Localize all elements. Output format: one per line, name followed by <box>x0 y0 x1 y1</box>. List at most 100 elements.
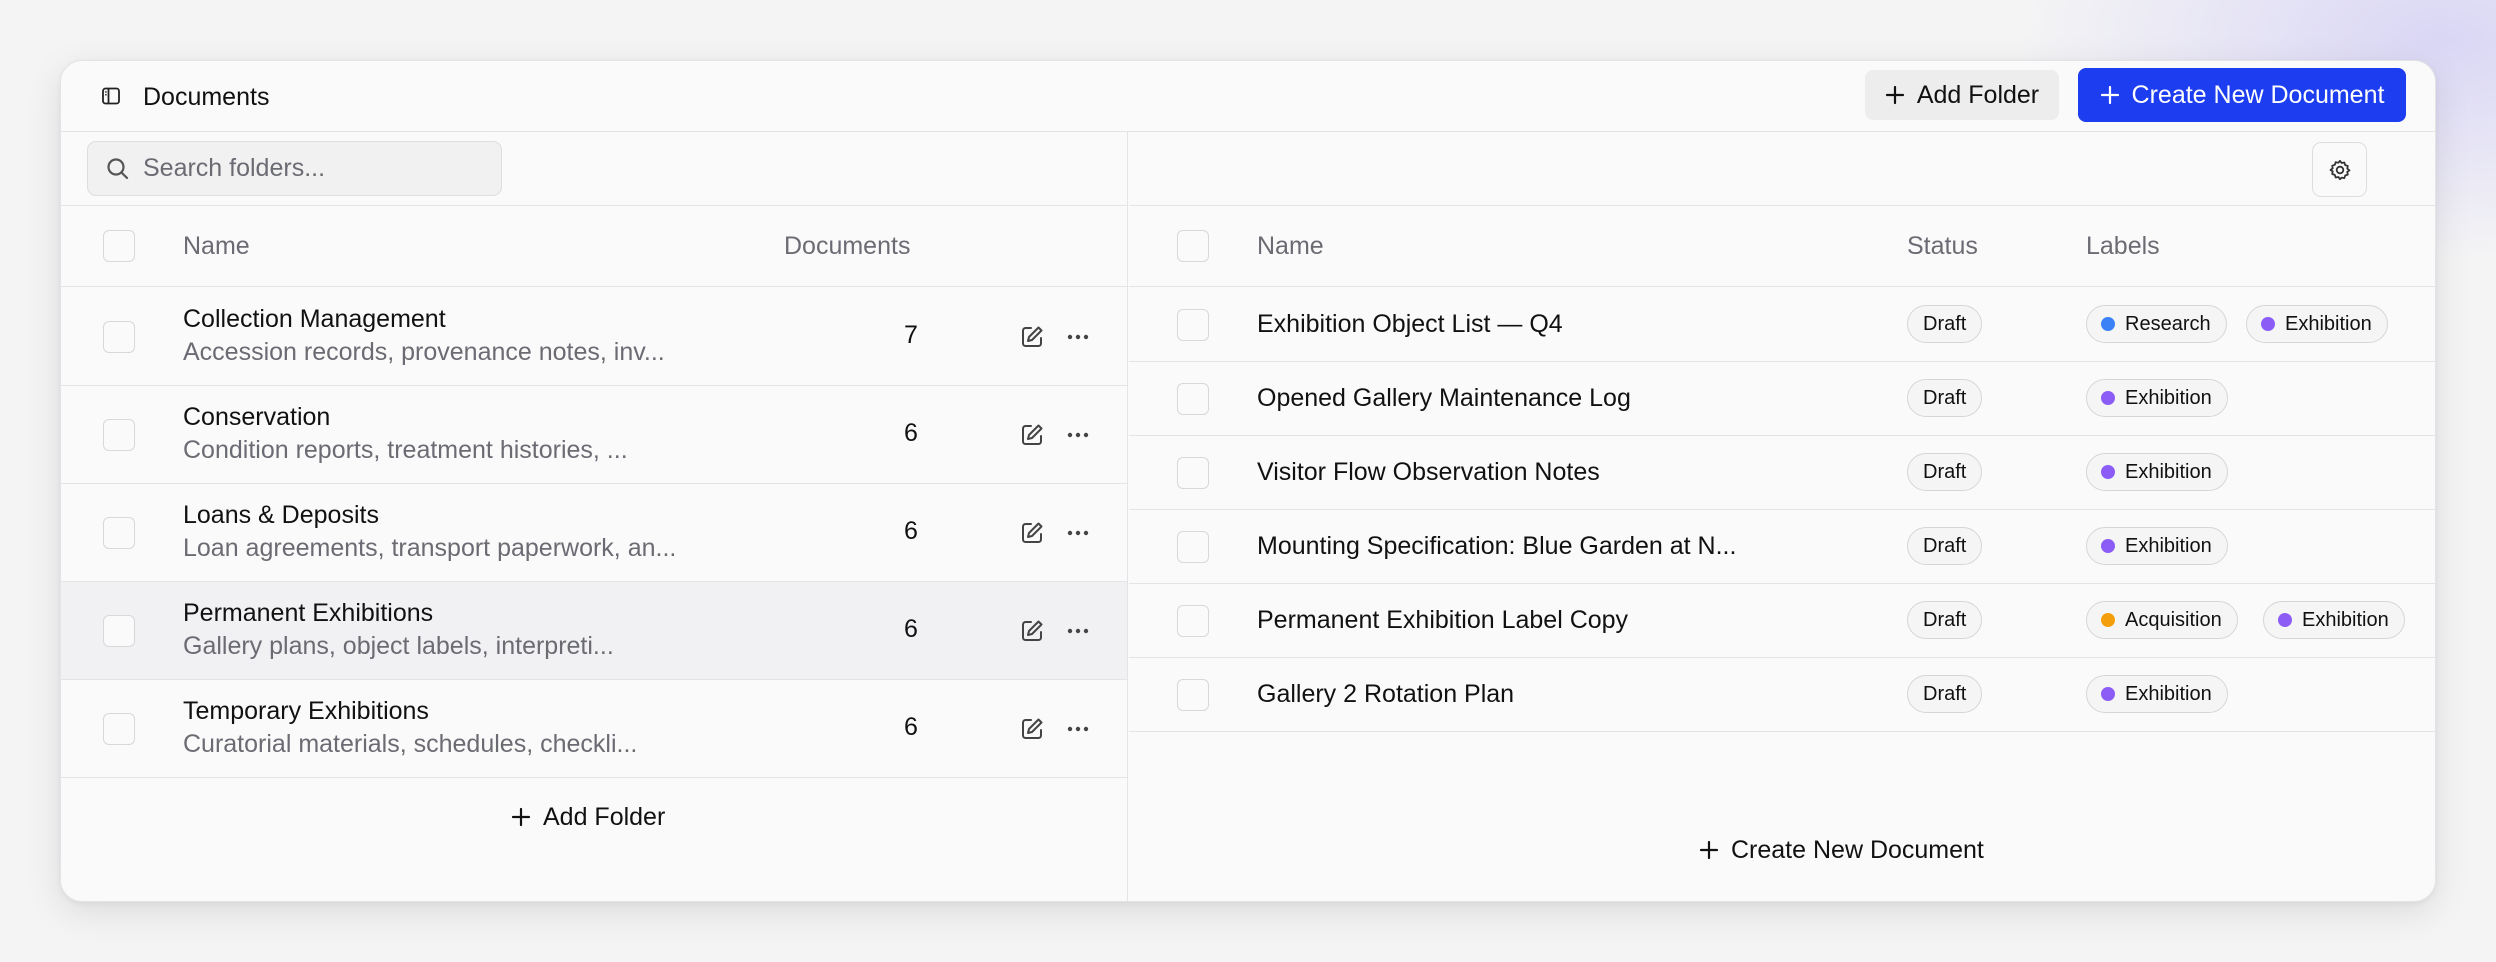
label-dot <box>2101 317 2115 331</box>
status-badge: Draft <box>1907 675 1983 713</box>
document-row-checkbox[interactable] <box>1177 679 1209 711</box>
document-row-checkbox[interactable] <box>1177 383 1209 415</box>
label-dot <box>2101 539 2115 553</box>
label-dot <box>2101 465 2115 479</box>
select-all-documents-checkbox[interactable] <box>1177 230 1209 262</box>
column-header-labels: Labels <box>2086 232 2160 260</box>
folder-row[interactable]: Collection Management Accession records, … <box>61 288 1127 386</box>
documents-toolbar <box>1129 132 2435 206</box>
document-row-checkbox[interactable] <box>1177 531 1209 563</box>
folder-name: Collection Management <box>183 305 446 333</box>
folder-row-checkbox[interactable] <box>103 419 135 451</box>
more-options-icon[interactable] <box>1064 323 1092 351</box>
folder-search-row <box>61 132 1127 206</box>
document-row[interactable]: Opened Gallery Maintenance Log Draft Exhib… <box>1129 362 2435 436</box>
document-row[interactable]: Visitor Flow Observation Notes Draft Exhib… <box>1129 436 2435 510</box>
add-folder-button[interactable]: Add Folder <box>1865 70 2059 120</box>
folder-row-checkbox[interactable] <box>103 713 135 745</box>
document-row[interactable]: Mounting Specification: Blue Garden at N… <box>1129 510 2435 584</box>
folder-row[interactable]: Loans & Deposits Loan agreements, transpo… <box>61 484 1127 582</box>
document-row-checkbox[interactable] <box>1177 309 1209 341</box>
status-badge: Draft <box>1907 305 1983 343</box>
document-row-checkbox[interactable] <box>1177 457 1209 489</box>
document-name: Mounting Specification: Blue Garden at N… <box>1257 532 1737 560</box>
document-name: Visitor Flow Observation Notes <box>1257 458 1600 486</box>
label-dot <box>2101 391 2115 405</box>
folder-description: Loan agreements, transport paperwork, an… <box>183 534 677 562</box>
more-options-icon[interactable] <box>1064 617 1092 645</box>
folder-row[interactable]: Conservation Condition reports, treatment… <box>61 386 1127 484</box>
documents-window: Documents Add Folder Create New Document <box>60 60 2436 902</box>
create-new-document-button[interactable]: Create New Document <box>2078 68 2406 122</box>
label-text: Exhibition <box>2285 312 2372 335</box>
more-options-icon[interactable] <box>1064 715 1092 743</box>
label-badge: Exhibition <box>2246 305 2388 343</box>
column-header-name: Name <box>1257 232 1324 260</box>
label-badge: Research <box>2086 305 2227 343</box>
top-bar: Documents Add Folder Create New Document <box>61 61 2435 132</box>
document-row-checkbox[interactable] <box>1177 605 1209 637</box>
folder-name: Temporary Exhibitions <box>183 697 429 725</box>
label-text: Exhibition <box>2302 608 2389 631</box>
folder-name: Permanent Exhibitions <box>183 599 434 627</box>
label-badge: Exhibition <box>2263 601 2405 639</box>
more-options-icon[interactable] <box>1064 421 1092 449</box>
label-badge: Exhibition <box>2086 527 2228 565</box>
page-title: Documents <box>143 83 270 111</box>
search-input[interactable] <box>143 142 493 195</box>
folder-row-checkbox[interactable] <box>103 321 135 353</box>
column-header-name: Name <box>183 232 250 260</box>
add-folder-bottom-button[interactable]: Add Folder <box>511 799 665 835</box>
edit-icon[interactable] <box>1018 715 1046 743</box>
documents-panel: Name Status Labels Exhibition Object Lis… <box>1129 132 2435 901</box>
folder-description: Condition reports, treatment histories, … <box>183 436 628 464</box>
edit-icon[interactable] <box>1018 519 1046 547</box>
plus-icon <box>1885 85 1904 105</box>
document-name: Opened Gallery Maintenance Log <box>1257 384 1631 412</box>
folder-row-checkbox[interactable] <box>103 615 135 647</box>
folders-panel: Name Documents Collection Management Acce… <box>61 132 1128 901</box>
more-options-icon[interactable] <box>1064 519 1092 547</box>
folder-search-box[interactable] <box>87 141 502 196</box>
document-row[interactable]: Permanent Exhibition Label Copy Draft Acqu… <box>1129 584 2435 658</box>
folder-row-checkbox[interactable] <box>103 517 135 549</box>
plus-icon <box>511 807 531 827</box>
create-new-document-label: Create New Document <box>1731 835 1984 864</box>
status-badge: Draft <box>1907 601 1983 639</box>
label-text: Exhibition <box>2125 534 2212 557</box>
search-icon <box>105 156 131 187</box>
folder-description: Accession records, provenance notes, inv… <box>183 338 665 366</box>
status-badge: Draft <box>1907 527 1983 565</box>
label-badge: Exhibition <box>2086 379 2228 417</box>
label-text: Exhibition <box>2125 386 2212 409</box>
folder-document-count: 6 <box>904 419 918 447</box>
folder-document-count: 6 <box>904 615 918 643</box>
select-all-folders-checkbox[interactable] <box>103 230 135 262</box>
gear-icon <box>2329 159 2350 180</box>
label-dot <box>2101 613 2115 627</box>
folder-description: Gallery plans, object labels, interpreti… <box>183 632 614 660</box>
folder-document-count: 7 <box>904 321 918 349</box>
plus-icon <box>2100 85 2119 105</box>
label-badge: Exhibition <box>2086 453 2228 491</box>
document-row[interactable]: Gallery 2 Rotation Plan Draft Exhibition <box>1129 658 2435 732</box>
create-new-document-bottom-button[interactable]: Create New Document <box>1699 832 1984 868</box>
plus-icon <box>1699 840 1719 860</box>
label-text: Research <box>2125 312 2211 335</box>
folders-table-header: Name Documents <box>61 206 1127 287</box>
sidebar-toggle-icon[interactable] <box>99 84 123 108</box>
edit-icon[interactable] <box>1018 421 1046 449</box>
documents-table-header: Name Status Labels <box>1129 206 2435 287</box>
folder-row[interactable]: Permanent Exhibitions Gallery plans, obje… <box>61 582 1127 680</box>
label-dot <box>2278 613 2292 627</box>
add-folder-label: Add Folder <box>1916 80 2040 109</box>
edit-icon[interactable] <box>1018 323 1046 351</box>
folder-row[interactable]: Temporary Exhibitions Curatorial material… <box>61 680 1127 778</box>
document-row[interactable]: Exhibition Object List — Q4 Draft Research… <box>1129 288 2435 362</box>
settings-button[interactable] <box>2312 142 2367 197</box>
folder-name: Loans & Deposits <box>183 501 379 529</box>
column-header-status: Status <box>1907 232 1978 260</box>
folder-description: Curatorial materials, schedules, checkli… <box>183 730 638 758</box>
folder-name: Conservation <box>183 403 331 431</box>
edit-icon[interactable] <box>1018 617 1046 645</box>
